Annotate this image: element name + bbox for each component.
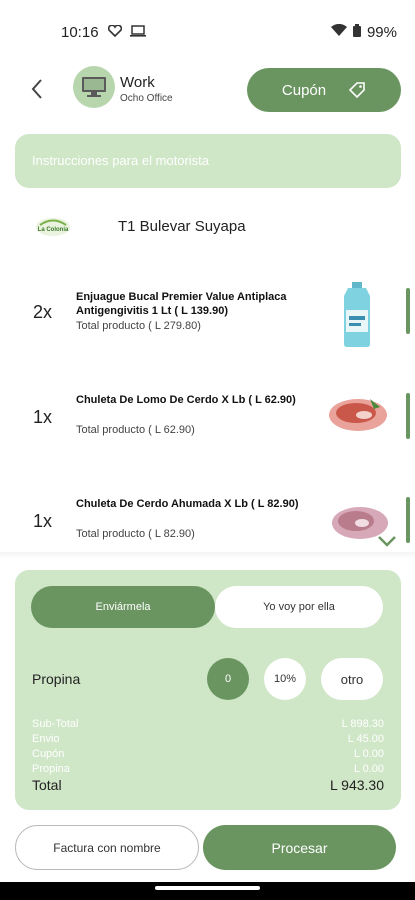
item-name: Enjuague Bucal Premier Value Antiplaca A… (76, 291, 287, 317)
item-total: Total producto ( L 82.90) (76, 528, 195, 540)
chevron-left-icon (31, 79, 42, 99)
coupon-button[interactable]: Cupón (247, 68, 401, 112)
item-quantity: 1x (33, 407, 53, 427)
total-value: L 943.30 (330, 777, 384, 793)
divider (0, 552, 415, 558)
tag-icon (348, 82, 365, 99)
total-row: Total L 943.30 (32, 777, 384, 793)
coupon-row: Cupón L 0.00 (32, 748, 384, 760)
shipping-row: Envio L 45.00 (32, 733, 384, 745)
status-time: 10:16 (61, 24, 99, 41)
battery-icon (352, 24, 361, 41)
tip-option-zero[interactable]: 0 (207, 658, 249, 700)
address-title[interactable]: Work (120, 74, 155, 91)
tip-option-other[interactable]: otro (321, 658, 383, 700)
desktop-computer-icon (82, 77, 106, 97)
cart-items-list[interactable]: 2x Enjuague Bucal Premier Value Antiplac… (0, 260, 415, 552)
item-name: Chuleta De Cerdo Ahumada X Lb ( L 82.90) (76, 498, 299, 510)
tip-label: Propina (32, 671, 81, 687)
item-total: Total producto ( L 279.80) (76, 320, 201, 332)
swipe-handle[interactable] (406, 497, 410, 543)
item-quantity: 1x (33, 511, 53, 531)
item-total: Total producto ( L 62.90) (76, 424, 195, 436)
subtotal-row: Sub-Total L 898.30 (32, 718, 384, 730)
coupon-summary-value: L 0.00 (353, 748, 384, 760)
driver-instructions-input[interactable]: Instrucciones para el motorista (15, 134, 401, 188)
back-button[interactable] (26, 77, 50, 101)
pickup-option-button[interactable]: Yo voy por ella (215, 586, 383, 628)
store-row: La Colonia T1 Bulevar Suyapa (34, 213, 246, 239)
item-quantity: 2x (33, 302, 53, 322)
subtotal-value: L 898.30 (341, 718, 384, 730)
shipping-value: L 45.00 (347, 733, 384, 745)
mouthwash-product-image (344, 282, 370, 347)
heart-rate-icon (107, 24, 123, 42)
svg-text:La Colonia: La Colonia (38, 227, 69, 233)
pork-chop-product-image (329, 399, 387, 431)
coupon-summary-label: Cupón (32, 748, 65, 760)
chevron-down-icon[interactable] (376, 533, 398, 549)
address-avatar[interactable] (73, 66, 115, 108)
status-bar: 10:16 99% (0, 0, 415, 60)
laptop-icon (130, 24, 146, 42)
order-summary-panel: Yo voy por ella Enviármela Propina 0 10%… (15, 570, 401, 810)
swipe-handle[interactable] (406, 288, 410, 334)
subtotal-label: Sub-Total (32, 718, 79, 730)
process-order-button[interactable]: Procesar (203, 825, 396, 870)
system-navigation-bar (0, 882, 415, 900)
shipping-label: Envio (32, 733, 60, 745)
checkout-header: Work Ocho Office Cupón (0, 60, 415, 118)
store-logo: La Colonia (34, 213, 72, 239)
tip-summary-value: L 0.00 (353, 763, 384, 775)
cart-item[interactable]: 2x Enjuague Bucal Premier Value Antiplac… (0, 282, 415, 382)
item-name: Chuleta De Lomo De Cerdo X Lb ( L 62.90) (76, 394, 296, 406)
swipe-handle[interactable] (406, 393, 410, 439)
home-handle[interactable] (155, 886, 260, 890)
address-subtitle: Ocho Office (120, 93, 173, 104)
total-label: Total (32, 777, 62, 793)
tip-summary-label: Propina (32, 763, 70, 775)
wifi-icon (330, 23, 347, 41)
store-name: T1 Bulevar Suyapa (118, 217, 246, 235)
cart-item[interactable]: 1x Chuleta De Cerdo Ahumada X Lb ( L 82.… (0, 491, 415, 552)
coupon-label: Cupón (281, 81, 327, 99)
tip-option-ten-percent[interactable]: 10% (264, 658, 306, 700)
cart-item[interactable]: 1x Chuleta De Lomo De Cerdo X Lb ( L 62.… (0, 387, 415, 487)
invoice-with-name-button[interactable]: Factura con nombre (15, 825, 199, 870)
delivery-option-button[interactable]: Enviármela (31, 586, 215, 628)
battery-level: 99% (366, 24, 397, 41)
tip-row: Propina L 0.00 (32, 763, 384, 775)
